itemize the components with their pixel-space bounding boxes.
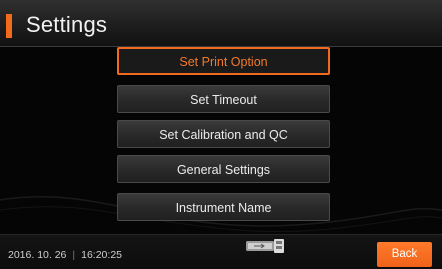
general-settings-button[interactable]: General Settings (117, 155, 330, 183)
datetime-display: 2016. 10. 26 | 16:20:25 (8, 249, 122, 261)
settings-screen: Settings Set Print Option Set Timeout Se… (0, 0, 442, 269)
header-bar: Settings (0, 0, 442, 47)
datetime-separator: | (72, 249, 76, 261)
set-timeout-button[interactable]: Set Timeout (117, 85, 330, 113)
set-calibration-qc-button[interactable]: Set Calibration and QC (117, 120, 330, 148)
back-button[interactable]: Back (377, 242, 432, 267)
date-text: 2016. 10. 26 (8, 249, 67, 261)
instrument-name-button[interactable]: Instrument Name (117, 193, 330, 221)
time-text: 16:20:25 (81, 249, 122, 261)
page-title: Settings (26, 12, 108, 37)
usb-device-icon (246, 239, 284, 253)
header-accent-bar (6, 14, 12, 38)
footer-bar: 2016. 10. 26 | 16:20:25 (0, 234, 442, 269)
set-print-option-button[interactable]: Set Print Option (117, 47, 330, 75)
